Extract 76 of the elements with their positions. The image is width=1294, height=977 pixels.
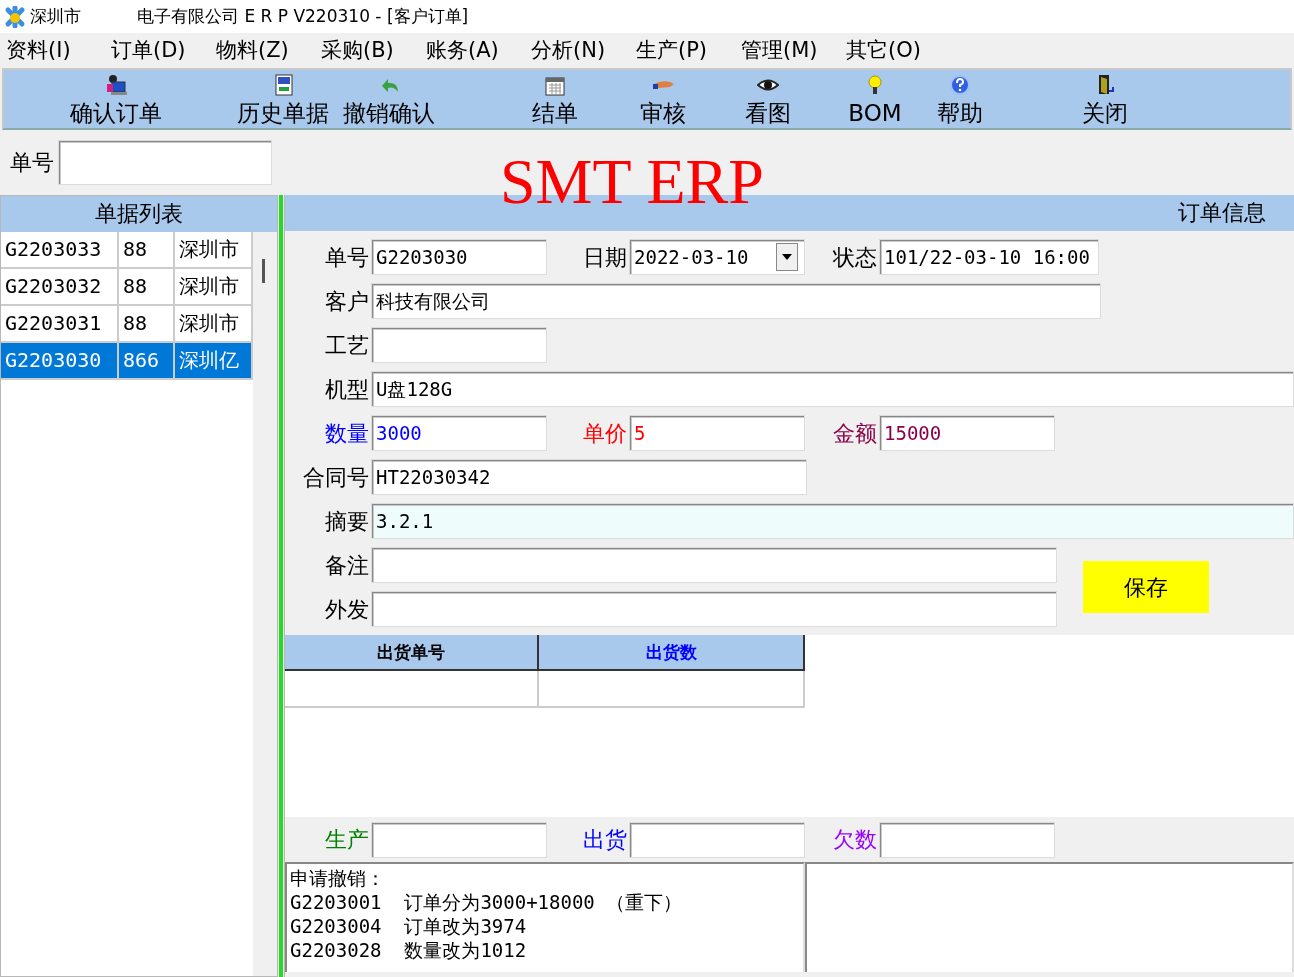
panel-title: 订单信息 (1178, 199, 1266, 227)
field-label: 金额 (832, 419, 878, 448)
input-field[interactable] (371, 327, 547, 363)
field-label: 数量 (324, 419, 370, 448)
toolbar-button[interactable]: 结单 (505, 70, 605, 128)
field-label: 出货 (582, 826, 628, 854)
table-cell[interactable]: 深圳亿 (175, 343, 253, 380)
help-icon (949, 74, 971, 96)
toolbar-button[interactable]: BOM (840, 70, 910, 128)
input-field[interactable]: 101/22-03-10 16:00 (879, 239, 1099, 275)
flower-icon (4, 5, 26, 28)
column-header[interactable]: 出货数 (539, 635, 805, 671)
monitor-user-icon (105, 74, 127, 96)
calendar-icon (544, 74, 566, 96)
field-label: 外发 (324, 595, 370, 624)
toolbar-button[interactable]: 历史单据 (233, 70, 333, 128)
menu-item[interactable]: 管理(M) (741, 34, 846, 67)
menu-item[interactable]: 分析(N) (531, 34, 636, 67)
document-icon (272, 74, 294, 96)
field-label: 客户 (324, 287, 370, 316)
field-label: 工艺 (324, 331, 370, 360)
field-label: 备注 (324, 551, 370, 580)
input-field[interactable]: HT22030342 (371, 459, 807, 495)
field-label: 日期 (582, 243, 628, 272)
dropdown-arrow-icon (782, 254, 792, 260)
input-field[interactable] (371, 547, 1057, 583)
field-label: 合同号 (302, 463, 370, 492)
field-label: 机型 (324, 375, 370, 404)
window-title: 电子有限公司 E R P V220310 - [客户订单] (137, 4, 469, 28)
field-label: 欠数 (832, 826, 878, 854)
search-field[interactable] (58, 140, 272, 185)
menu-item[interactable]: 物料(Z) (216, 34, 321, 67)
toolbar-button[interactable]: 撤销确认 (339, 70, 439, 128)
table-cell[interactable]: 866 (119, 343, 175, 380)
toolbar-button[interactable]: 确认订单 (66, 70, 166, 128)
field-label: 单价 (582, 419, 628, 448)
input-field[interactable]: 15000 (879, 415, 1055, 451)
toolbar-button[interactable]: 审核 (613, 70, 713, 128)
date-dropdown[interactable]: 2022-03-10 (629, 239, 805, 275)
input-field[interactable] (371, 821, 547, 858)
toolbar-button[interactable]: 关闭 (1055, 70, 1155, 128)
save-button[interactable]: 保存 (1083, 561, 1209, 613)
input-field[interactable]: U盘128G (371, 371, 1294, 407)
input-field[interactable]: G2203030 (371, 239, 547, 275)
table-cell[interactable]: G2203032 (1, 269, 119, 306)
input-field[interactable] (629, 821, 805, 858)
input-field[interactable] (371, 591, 1057, 627)
field-label: 状态 (832, 243, 878, 272)
text-area[interactable] (805, 862, 1294, 972)
toolbar-button[interactable]: 帮助 (910, 70, 1010, 128)
input-field[interactable]: 5 (629, 415, 805, 451)
field-label: 摘要 (324, 507, 370, 536)
search-label: 单号 (10, 149, 54, 177)
toolbar-button[interactable]: 看图 (718, 70, 818, 128)
window-title-prefix: 深圳市 (30, 4, 81, 28)
input-field[interactable]: 3.2.1 (371, 503, 1294, 539)
input-field[interactable]: 3000 (371, 415, 547, 451)
menu-item[interactable]: 其它(O) (846, 34, 951, 67)
notes-text-area[interactable]: 申请撤销： G2203001 订单分为3000+18000 （重下） G2203004 订单改为3974 G2203028 数量改为1012 (285, 862, 805, 972)
list-header: 单据列表 (1, 196, 277, 232)
table-cell[interactable]: G2203030 (1, 343, 119, 380)
field-label: 单号 (324, 243, 370, 272)
table-cell[interactable]: 88 (119, 269, 175, 306)
field-label: 生产 (324, 826, 370, 854)
column-header[interactable]: 出货单号 (285, 635, 539, 671)
input-field[interactable] (879, 821, 1055, 858)
menu-item[interactable]: 采购(B) (321, 34, 426, 67)
scrollbar-thumb[interactable] (262, 259, 265, 283)
banner-title: SMT ERP (500, 150, 764, 214)
menu-item[interactable]: 生产(P) (636, 34, 741, 67)
menu-item[interactable]: 资料(I) (6, 34, 111, 67)
input-field[interactable]: 科技有限公司 (371, 283, 1101, 319)
menu-item[interactable]: 订单(D) (111, 34, 216, 67)
table-cell[interactable]: 88 (119, 232, 175, 269)
table-cell[interactable]: G2203033 (1, 232, 119, 269)
menu-item[interactable]: 账务(A) (426, 34, 531, 67)
